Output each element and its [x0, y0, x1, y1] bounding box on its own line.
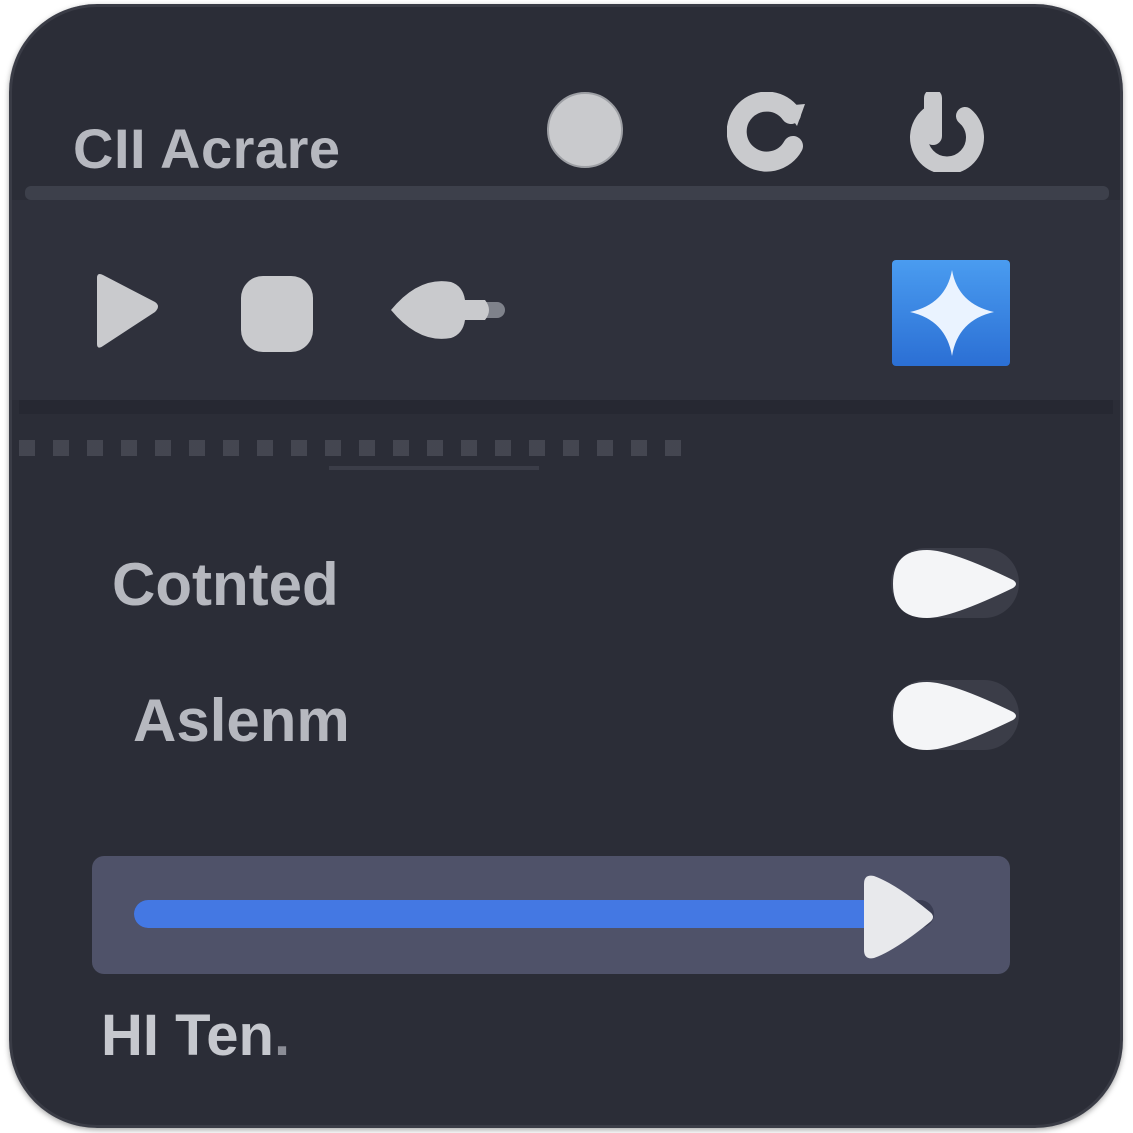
- setting-label-aslenm: Aslenm: [133, 687, 350, 754]
- power-icon[interactable]: [907, 89, 987, 175]
- ruler-line: [329, 466, 539, 470]
- play-icon[interactable]: [91, 272, 163, 357]
- stop-icon[interactable]: [239, 274, 315, 359]
- toggle-aslenm[interactable]: [891, 680, 1019, 750]
- setting-label-cotnted: Cotnted: [112, 551, 339, 618]
- footer-label: HI Ten.: [101, 1003, 291, 1068]
- toggle-knob-icon: [893, 550, 1016, 618]
- title-divider: [25, 186, 1109, 200]
- toggle-cotnted[interactable]: [891, 548, 1019, 618]
- slider-track[interactable]: [134, 900, 934, 928]
- ruler-dashes: [19, 440, 699, 456]
- app-window: CII Acrare Cotnted Aslenm HI Ten.: [9, 4, 1123, 1128]
- toolbar-divider: [19, 400, 1113, 414]
- title-bar: CII Acrare: [9, 4, 1123, 186]
- sparkle-button[interactable]: [892, 260, 1012, 371]
- window-title: CII Acrare: [73, 117, 341, 180]
- refresh-icon[interactable]: [726, 91, 807, 172]
- cursor-mark: .: [273, 1003, 291, 1068]
- slider-fill: [134, 900, 886, 928]
- circle-icon[interactable]: [545, 92, 625, 172]
- toggle-knob-icon: [893, 682, 1016, 750]
- slider-thumb[interactable]: [856, 870, 936, 969]
- slider-panel: [92, 856, 1010, 974]
- back-icon[interactable]: [389, 270, 509, 355]
- toolbar: [9, 200, 1123, 400]
